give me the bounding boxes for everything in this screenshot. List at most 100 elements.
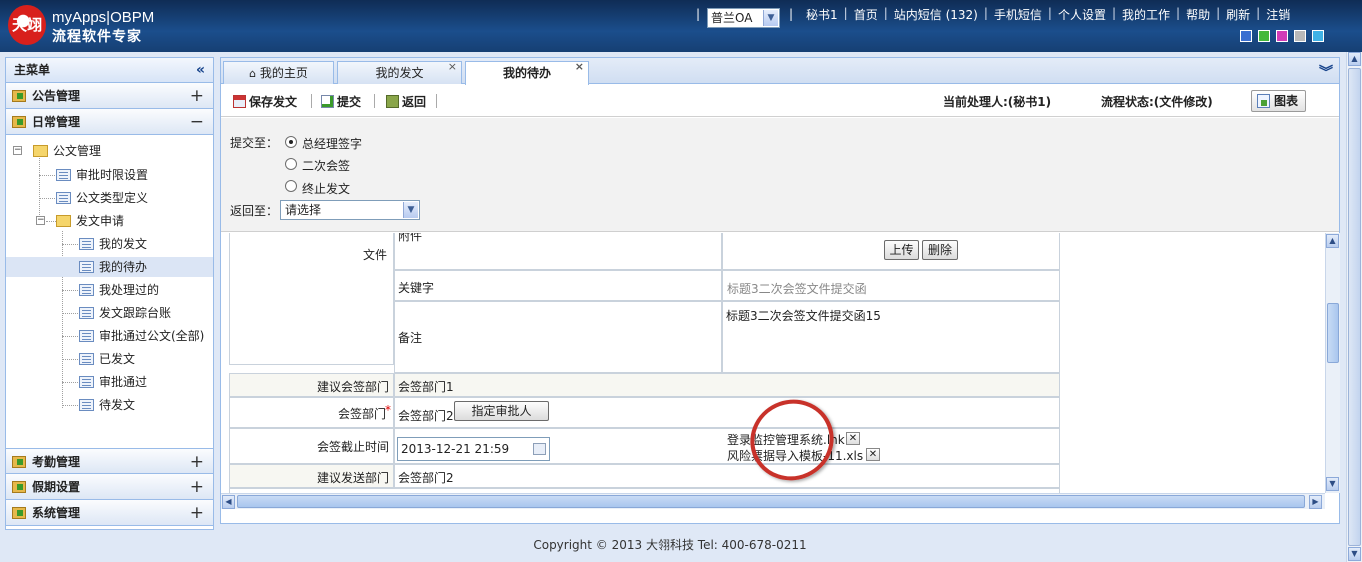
- nav-link-home[interactable]: 首页: [848, 6, 884, 24]
- tab-home[interactable]: ⌂ 我的主页: [223, 61, 334, 84]
- scroll-up-icon[interactable]: ▲: [1348, 52, 1361, 66]
- top-nav: 秘书1 | 首页 | 站内短信 (132) | 手机短信 | 个人设置 | 我的工作 | 帮…: [800, 6, 1296, 24]
- current-handler: 当前处理人:(秘书1): [943, 95, 1052, 109]
- tab-my-docs[interactable]: 我的发文 ×: [337, 60, 462, 84]
- remove-file-icon[interactable]: ✕: [846, 432, 860, 445]
- theme-swatch[interactable]: [1240, 30, 1252, 42]
- scroll-up-icon[interactable]: ▲: [1326, 234, 1339, 248]
- app-title: myApps|OBPM: [52, 9, 155, 26]
- tree-item-tracking[interactable]: 发文跟踪台账: [79, 303, 171, 323]
- assign-approver-button[interactable]: 指定审批人: [454, 401, 549, 421]
- back-button[interactable]: 返回: [386, 93, 426, 110]
- submit-to-label: 提交至：: [230, 136, 279, 150]
- sidebar-section-system[interactable]: 系统管理 +: [6, 500, 213, 526]
- tree-item-doc-types[interactable]: 公文类型定义: [56, 188, 148, 208]
- sidebar: 主菜单 « 公告管理 + 日常管理 − − 公文管理 审批时限设置 公文类型定义…: [5, 57, 214, 530]
- document-icon: [79, 284, 94, 296]
- remark-label-cell: [394, 301, 722, 373]
- tree-item-my-docs[interactable]: 我的发文: [79, 234, 211, 254]
- nav-link-help[interactable]: 帮助: [1180, 6, 1216, 24]
- nav-link-logout[interactable]: 注销: [1260, 6, 1296, 24]
- footer: Copyright © 2013 大翎科技 Tel: 400-678-0211: [533, 538, 807, 552]
- nav-link-settings[interactable]: 个人设置: [1052, 6, 1112, 24]
- sidebar-section-daily[interactable]: 日常管理 −: [6, 109, 213, 135]
- delete-button[interactable]: 删除: [922, 240, 958, 260]
- tree-item-approval-time[interactable]: 审批时限设置: [56, 165, 148, 185]
- scroll-thumb[interactable]: [1327, 303, 1339, 363]
- nav-link-messages[interactable]: 站内短信 (132): [888, 6, 984, 24]
- remove-file-icon[interactable]: ✕: [866, 448, 880, 461]
- scroll-down-icon[interactable]: ▼: [1326, 477, 1339, 491]
- back-icon: [386, 95, 399, 108]
- tree-collapse-icon[interactable]: −: [13, 146, 22, 155]
- nav-link-user[interactable]: 秘书1: [800, 6, 844, 24]
- tree-item-approved-all[interactable]: 审批通过公文(全部): [79, 326, 204, 346]
- sidebar-section-attendance[interactable]: 考勤管理 +: [6, 448, 213, 474]
- scroll-thumb[interactable]: [237, 495, 1305, 508]
- nav-link-my-work[interactable]: 我的工作: [1116, 6, 1176, 24]
- scroll-thumb[interactable]: [1348, 68, 1361, 546]
- form-vertical-scrollbar[interactable]: ▲ ▼: [1325, 233, 1340, 493]
- nav-link-sms[interactable]: 手机短信: [988, 6, 1048, 24]
- chart-button[interactable]: 图表: [1251, 90, 1306, 112]
- upload-button[interactable]: 上传: [884, 240, 919, 260]
- collapse-section-icon[interactable]: −: [190, 109, 204, 135]
- chevron-down-icon[interactable]: ︾: [1319, 62, 1333, 82]
- tree-collapse-icon[interactable]: −: [36, 216, 45, 225]
- module-icon: [12, 507, 26, 519]
- tree-item-handled[interactable]: 我处理过的: [79, 280, 159, 300]
- form-horizontal-scrollbar[interactable]: ◀ ▶: [221, 493, 1325, 509]
- folder-icon: [56, 215, 71, 227]
- remark-textarea[interactable]: 标题3二次会签文件提交函15: [726, 307, 881, 324]
- sidebar-title: 主菜单: [14, 63, 51, 77]
- document-icon: [79, 399, 94, 411]
- sidebar-section-holiday[interactable]: 假期设置 +: [6, 474, 213, 500]
- theme-swatch[interactable]: [1258, 30, 1270, 42]
- expand-icon[interactable]: +: [190, 474, 204, 500]
- option-label: 总经理签字: [302, 137, 363, 151]
- scroll-down-icon[interactable]: ▼: [1348, 547, 1361, 561]
- theme-swatch[interactable]: [1312, 30, 1324, 42]
- home-icon: ⌂: [249, 67, 257, 80]
- deadline-date-input[interactable]: 2013-12-21 21:59: [397, 437, 550, 461]
- module-icon: [12, 481, 26, 493]
- return-to-select[interactable]: 请选择 ▼: [280, 200, 420, 220]
- submit-button[interactable]: 提交: [321, 93, 361, 110]
- tree-item-pending-send[interactable]: 待发文: [79, 395, 135, 415]
- tree-folder-docs[interactable]: 公文管理: [33, 141, 101, 161]
- radio-terminate[interactable]: [285, 180, 297, 192]
- scroll-left-icon[interactable]: ◀: [222, 495, 235, 509]
- flow-status: 流程状态:(文件修改): [1101, 95, 1213, 109]
- save-button[interactable]: 保存发文: [233, 93, 297, 110]
- page-vertical-scrollbar[interactable]: ▲ ▼: [1346, 52, 1362, 562]
- suggest-dept-cell: [394, 373, 1060, 397]
- close-icon[interactable]: ×: [448, 56, 457, 78]
- tree-folder-outgoing[interactable]: 发文申请: [56, 211, 124, 231]
- tree-item-my-todo[interactable]: 我的待办: [6, 257, 213, 277]
- section-label: 考勤管理: [32, 455, 81, 469]
- tab-my-todo[interactable]: 我的待办 ×: [465, 60, 589, 85]
- attachment-label-cell: [394, 233, 722, 270]
- theme-swatch[interactable]: [1294, 30, 1306, 42]
- scroll-right-icon[interactable]: ▶: [1309, 495, 1322, 509]
- calendar-icon[interactable]: [533, 443, 546, 455]
- expand-icon[interactable]: +: [190, 500, 204, 526]
- system-select[interactable]: 普兰OA ▼: [707, 8, 780, 28]
- file-label: 文件: [362, 248, 387, 262]
- radio-second-countersign[interactable]: [285, 158, 297, 170]
- expand-icon[interactable]: +: [190, 83, 204, 109]
- close-icon[interactable]: ×: [575, 56, 584, 78]
- tree-item-approved[interactable]: 审批通过: [79, 372, 147, 392]
- divider: |: [696, 7, 701, 21]
- section-label: 日常管理: [32, 115, 81, 129]
- theme-swatch[interactable]: [1276, 30, 1288, 42]
- option-label: 二次会签: [302, 159, 351, 173]
- tree-item-sent[interactable]: 已发文: [79, 349, 135, 369]
- collapse-icon[interactable]: «: [196, 58, 205, 83]
- radio-manager-sign[interactable]: [285, 136, 297, 148]
- expand-icon[interactable]: +: [190, 449, 204, 475]
- sidebar-header: 主菜单 «: [6, 58, 213, 83]
- keyword-input[interactable]: 标题3二次会签文件提交函: [727, 280, 867, 297]
- sidebar-section-notice[interactable]: 公告管理 +: [6, 83, 213, 109]
- nav-link-refresh[interactable]: 刷新: [1220, 6, 1256, 24]
